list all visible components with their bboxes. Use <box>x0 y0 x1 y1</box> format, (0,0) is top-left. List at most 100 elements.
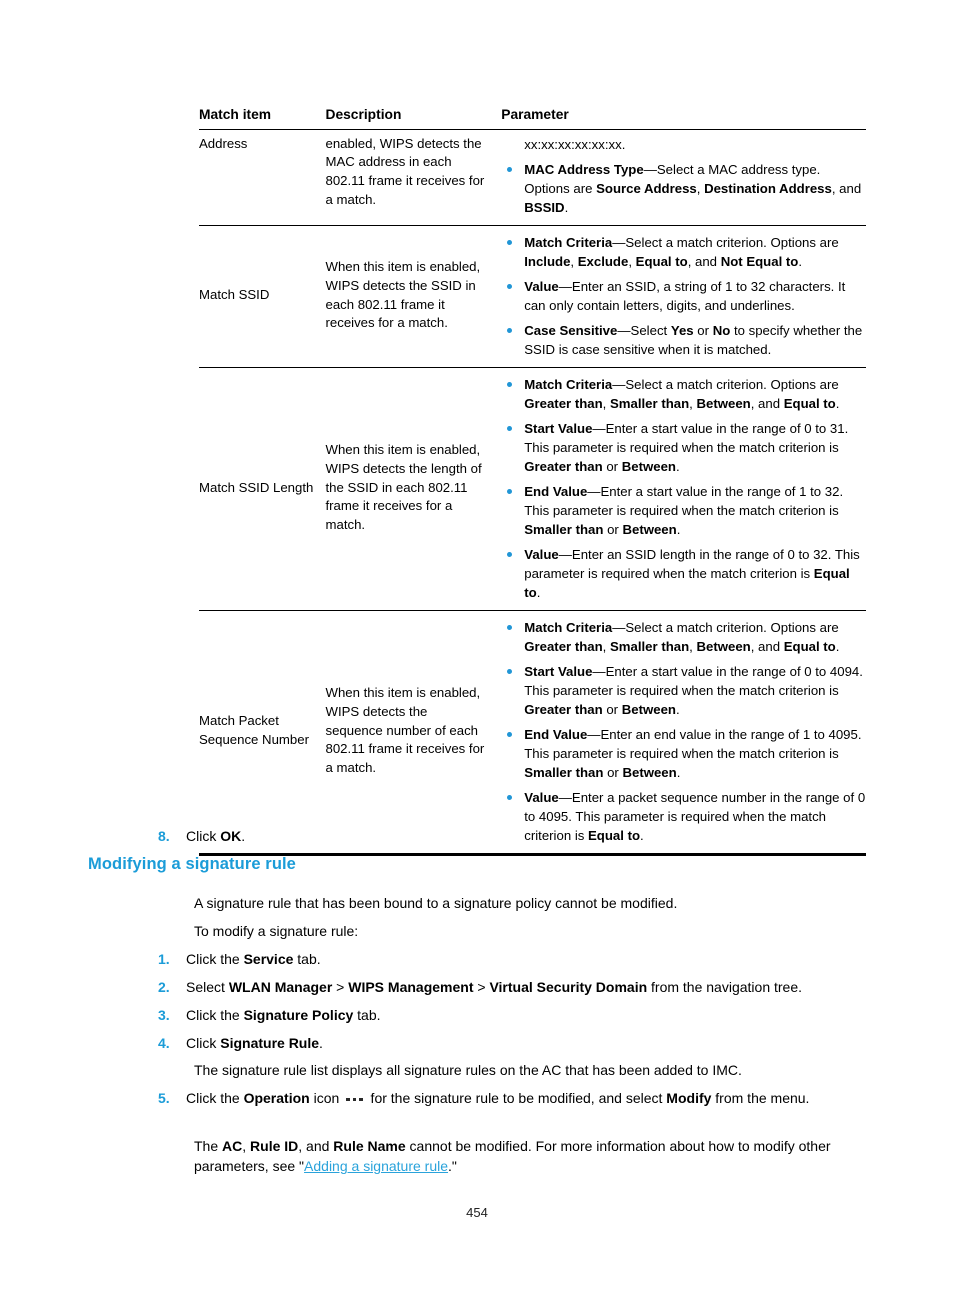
parameter-bullet-item: End Value—Enter an end value in the rang… <box>501 725 866 782</box>
step-5-note-post: ." <box>448 1158 457 1175</box>
parameter-joiner: , and <box>831 180 862 196</box>
step-2: 2. Select WLAN Manager > WIPS Management… <box>158 977 878 997</box>
parameter-option: Equal to <box>783 395 836 411</box>
step-1-post: tab. <box>293 951 321 967</box>
step-2-post: from the navigation tree. <box>647 979 803 995</box>
parameter-option: Smaller than <box>610 638 690 654</box>
step-2-bold-virtual-security-domain: Virtual Security Domain <box>489 979 648 995</box>
parameter-text: —Select a match criterion. Options are <box>612 619 839 635</box>
step-3-bold: Signature Policy <box>243 1007 354 1023</box>
step-4-post: . <box>319 1035 323 1051</box>
parameter-joiner: , <box>628 253 636 269</box>
step-8-post: . <box>241 828 246 844</box>
parameter-text: —Select a match criterion. Options are <box>612 234 839 250</box>
cell-description: When this item is enabled, WIPS detects … <box>325 225 502 368</box>
document-page: Match item Description Parameter Address… <box>0 0 954 1296</box>
step-5-bold-modify: Modify <box>666 1090 712 1106</box>
step-number: 5. <box>158 1090 170 1106</box>
step-5-mid1: icon <box>309 1090 344 1106</box>
parameter-joiner: or <box>603 764 623 780</box>
parameter-option: Smaller than <box>610 395 690 411</box>
step-8-pre: Click <box>186 828 221 844</box>
table-row: Match Packet Sequence Number When this it… <box>199 610 866 856</box>
parameter-bullet-item: Start Value—Enter a start value in the r… <box>501 662 866 719</box>
step-5-note-sep2: , and <box>298 1138 334 1154</box>
table-row: Match SSID When this item is enabled, WIP… <box>199 225 866 368</box>
step-3-post: tab. <box>353 1007 381 1023</box>
parameter-label: Case Sensitive <box>524 322 618 338</box>
parameter-option: Include <box>524 253 571 269</box>
parameter-option: Not Equal to <box>720 253 799 269</box>
match-item-table: Match item Description Parameter Address… <box>199 99 866 856</box>
parameter-label: Start Value <box>524 420 593 436</box>
column-header-parameter: Parameter <box>501 99 866 130</box>
parameter-option: Between <box>696 638 751 654</box>
step-3-pre: Click the <box>186 1007 244 1023</box>
cell-parameter: Match Criteria—Select a match criterion.… <box>501 610 866 856</box>
step-text: Click the Signature Policy tab. <box>186 1005 858 1025</box>
step-2-pre: Select <box>186 979 229 995</box>
parameter-joiner: , and <box>687 253 721 269</box>
parameter-bullet-item: Value—Enter an SSID length in the range … <box>501 545 866 602</box>
step-5-note-sep1: , <box>242 1138 251 1154</box>
intro-paragraph: A signature rule that has been bound to … <box>194 895 678 911</box>
parameter-joiner: . <box>675 701 680 717</box>
table-header-row: Match item Description Parameter <box>199 99 866 130</box>
cell-parameter: Match Criteria—Select a match criterion.… <box>501 367 866 611</box>
cell-match-item: Match SSID <box>199 225 326 368</box>
cell-parameter: Match Criteria—Select a match criterion.… <box>501 225 866 368</box>
parameter-option: Destination Address <box>704 180 832 196</box>
step-5-note: The AC, Rule ID, and Rule Name cannot be… <box>194 1136 854 1177</box>
table-body: Address enabled, WIPS detects the MAC add… <box>199 129 866 856</box>
parameter-joiner: . <box>536 584 541 600</box>
parameter-text: —Select <box>617 322 671 338</box>
step-5: 5. Click the Operation icon for the sign… <box>158 1088 858 1109</box>
parameter-joiner: , <box>602 638 610 654</box>
parameter-label: MAC Address Type <box>524 161 644 177</box>
parameter-option: BSSID <box>524 199 565 215</box>
cell-parameter: xx:xx:xx:xx:xx:xx. MAC Address Type—Selec… <box>501 129 866 226</box>
cell-description: enabled, WIPS detects the MAC address in… <box>325 129 502 226</box>
table-row: Address enabled, WIPS detects the MAC add… <box>199 129 866 226</box>
parameter-joiner: . <box>675 458 680 474</box>
step-4: 4. Click Signature Rule. <box>158 1033 858 1053</box>
parameter-joiner: , and <box>750 638 784 654</box>
parameter-text: —Enter an SSID, a string of 1 to 32 char… <box>524 278 846 313</box>
parameter-label: Match Criteria <box>524 234 613 250</box>
parameter-bullet-item: Value—Enter an SSID, a string of 1 to 32… <box>501 277 866 315</box>
parameter-joiner: or <box>693 322 713 338</box>
parameter-bullet-item: Case Sensitive—Select Yes or No to speci… <box>501 321 866 359</box>
adding-a-signature-rule-link[interactable]: Adding a signature rule <box>304 1158 448 1174</box>
step-4-note: The signature rule list displays all sig… <box>194 1062 742 1078</box>
step-1-pre: Click the <box>186 951 244 967</box>
step-2-bold-wlan-manager: WLAN Manager <box>228 979 333 995</box>
step-number: 3. <box>158 1007 170 1023</box>
parameter-bullet-item: Start Value—Enter a start value in the r… <box>501 419 866 476</box>
column-header-description: Description <box>325 99 502 130</box>
table-header: Match item Description Parameter <box>199 99 866 130</box>
parameter-option: No <box>712 322 731 338</box>
parameter-bullet-item: Match Criteria—Select a match criterion.… <box>501 375 866 413</box>
step-text: Select WLAN Manager > WIPS Management > … <box>186 977 878 997</box>
parameter-option: Between <box>621 701 676 717</box>
step-text: Click Signature Rule. <box>186 1033 858 1053</box>
parameter-joiner: , <box>696 180 705 196</box>
parameter-joiner: , <box>570 253 578 269</box>
parameter-joiner: or <box>602 458 622 474</box>
parameter-text: —Select a match criterion. Options are <box>612 376 839 392</box>
step-4-pre: Click <box>186 1035 221 1051</box>
operation-ellipsis-icon[interactable] <box>346 1088 363 1108</box>
parameter-list: Match Criteria—Select a match criterion.… <box>501 375 866 602</box>
step-4-bold: Signature Rule <box>220 1035 320 1051</box>
step-1: 1. Click the Service tab. <box>158 949 858 969</box>
parameter-label: End Value <box>524 726 588 742</box>
column-header-match-item: Match item <box>199 99 326 130</box>
parameter-option: Equal to <box>783 638 836 654</box>
step-5-bold-operation: Operation <box>243 1090 310 1106</box>
step-5-note-bold-rule-id: Rule ID <box>250 1138 299 1154</box>
step-5-note-bold-ac: AC <box>222 1138 243 1154</box>
parameter-joiner: . <box>564 199 569 215</box>
step-5-mid2: for the signature rule to be modified, a… <box>366 1090 667 1106</box>
cell-match-item: Match Packet Sequence Number <box>199 610 326 856</box>
parameter-option: Greater than <box>524 701 603 717</box>
